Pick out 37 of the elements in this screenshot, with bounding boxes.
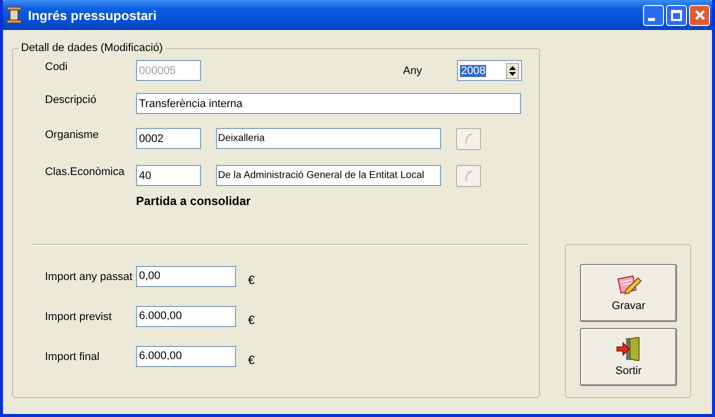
spin-arrows-icon[interactable] (506, 62, 519, 78)
description-field[interactable]: Transferència interna (136, 93, 521, 114)
field-label: Organisme (45, 128, 100, 141)
pencil-paper-icon (616, 274, 642, 296)
field-label: Descripció (45, 93, 98, 106)
window-title: Ingrés pressupostari (28, 8, 158, 22)
curve-icon (464, 132, 474, 144)
currency-label: € (248, 272, 255, 287)
maximize-icon (671, 10, 682, 20)
amount-field[interactable]: 0,00 (136, 266, 236, 286)
field-label: Import previst (45, 310, 113, 322)
name-field[interactable]: Deixalleria (216, 128, 441, 149)
field-label: Any (403, 64, 423, 76)
field-label: Clas.Econòmica (45, 165, 126, 178)
amount-field[interactable]: 6.000,00 (136, 306, 236, 326)
column-icon (6, 6, 22, 24)
exit-button[interactable]: Sortir (580, 328, 677, 386)
maximize-button[interactable] (666, 4, 687, 26)
code-field[interactable]: 0002 (136, 128, 201, 149)
field-label: Codi (45, 60, 69, 73)
close-icon (694, 10, 704, 20)
note-text: Partida a consolidar (136, 194, 252, 208)
curve-icon (464, 170, 474, 182)
door-arrow-icon (616, 337, 642, 361)
code-field[interactable]: 40 (136, 165, 201, 186)
minimize-button[interactable] (643, 4, 664, 26)
group-title: Detall de dades (Modificació) (20, 42, 164, 54)
currency-label: € (248, 312, 255, 327)
field-label: Import final (45, 350, 100, 362)
close-button[interactable] (689, 4, 710, 26)
name-field[interactable]: De la Administració General de la Entitat Local (216, 165, 441, 186)
minimize-icon (648, 18, 655, 20)
amount-field[interactable]: 6.000,00 (136, 346, 236, 366)
field-label: Import any passat (45, 270, 134, 282)
year-spinner[interactable]: 2008 (457, 60, 522, 81)
currency-label: € (248, 352, 255, 367)
save-button[interactable]: Gravar (580, 264, 677, 322)
